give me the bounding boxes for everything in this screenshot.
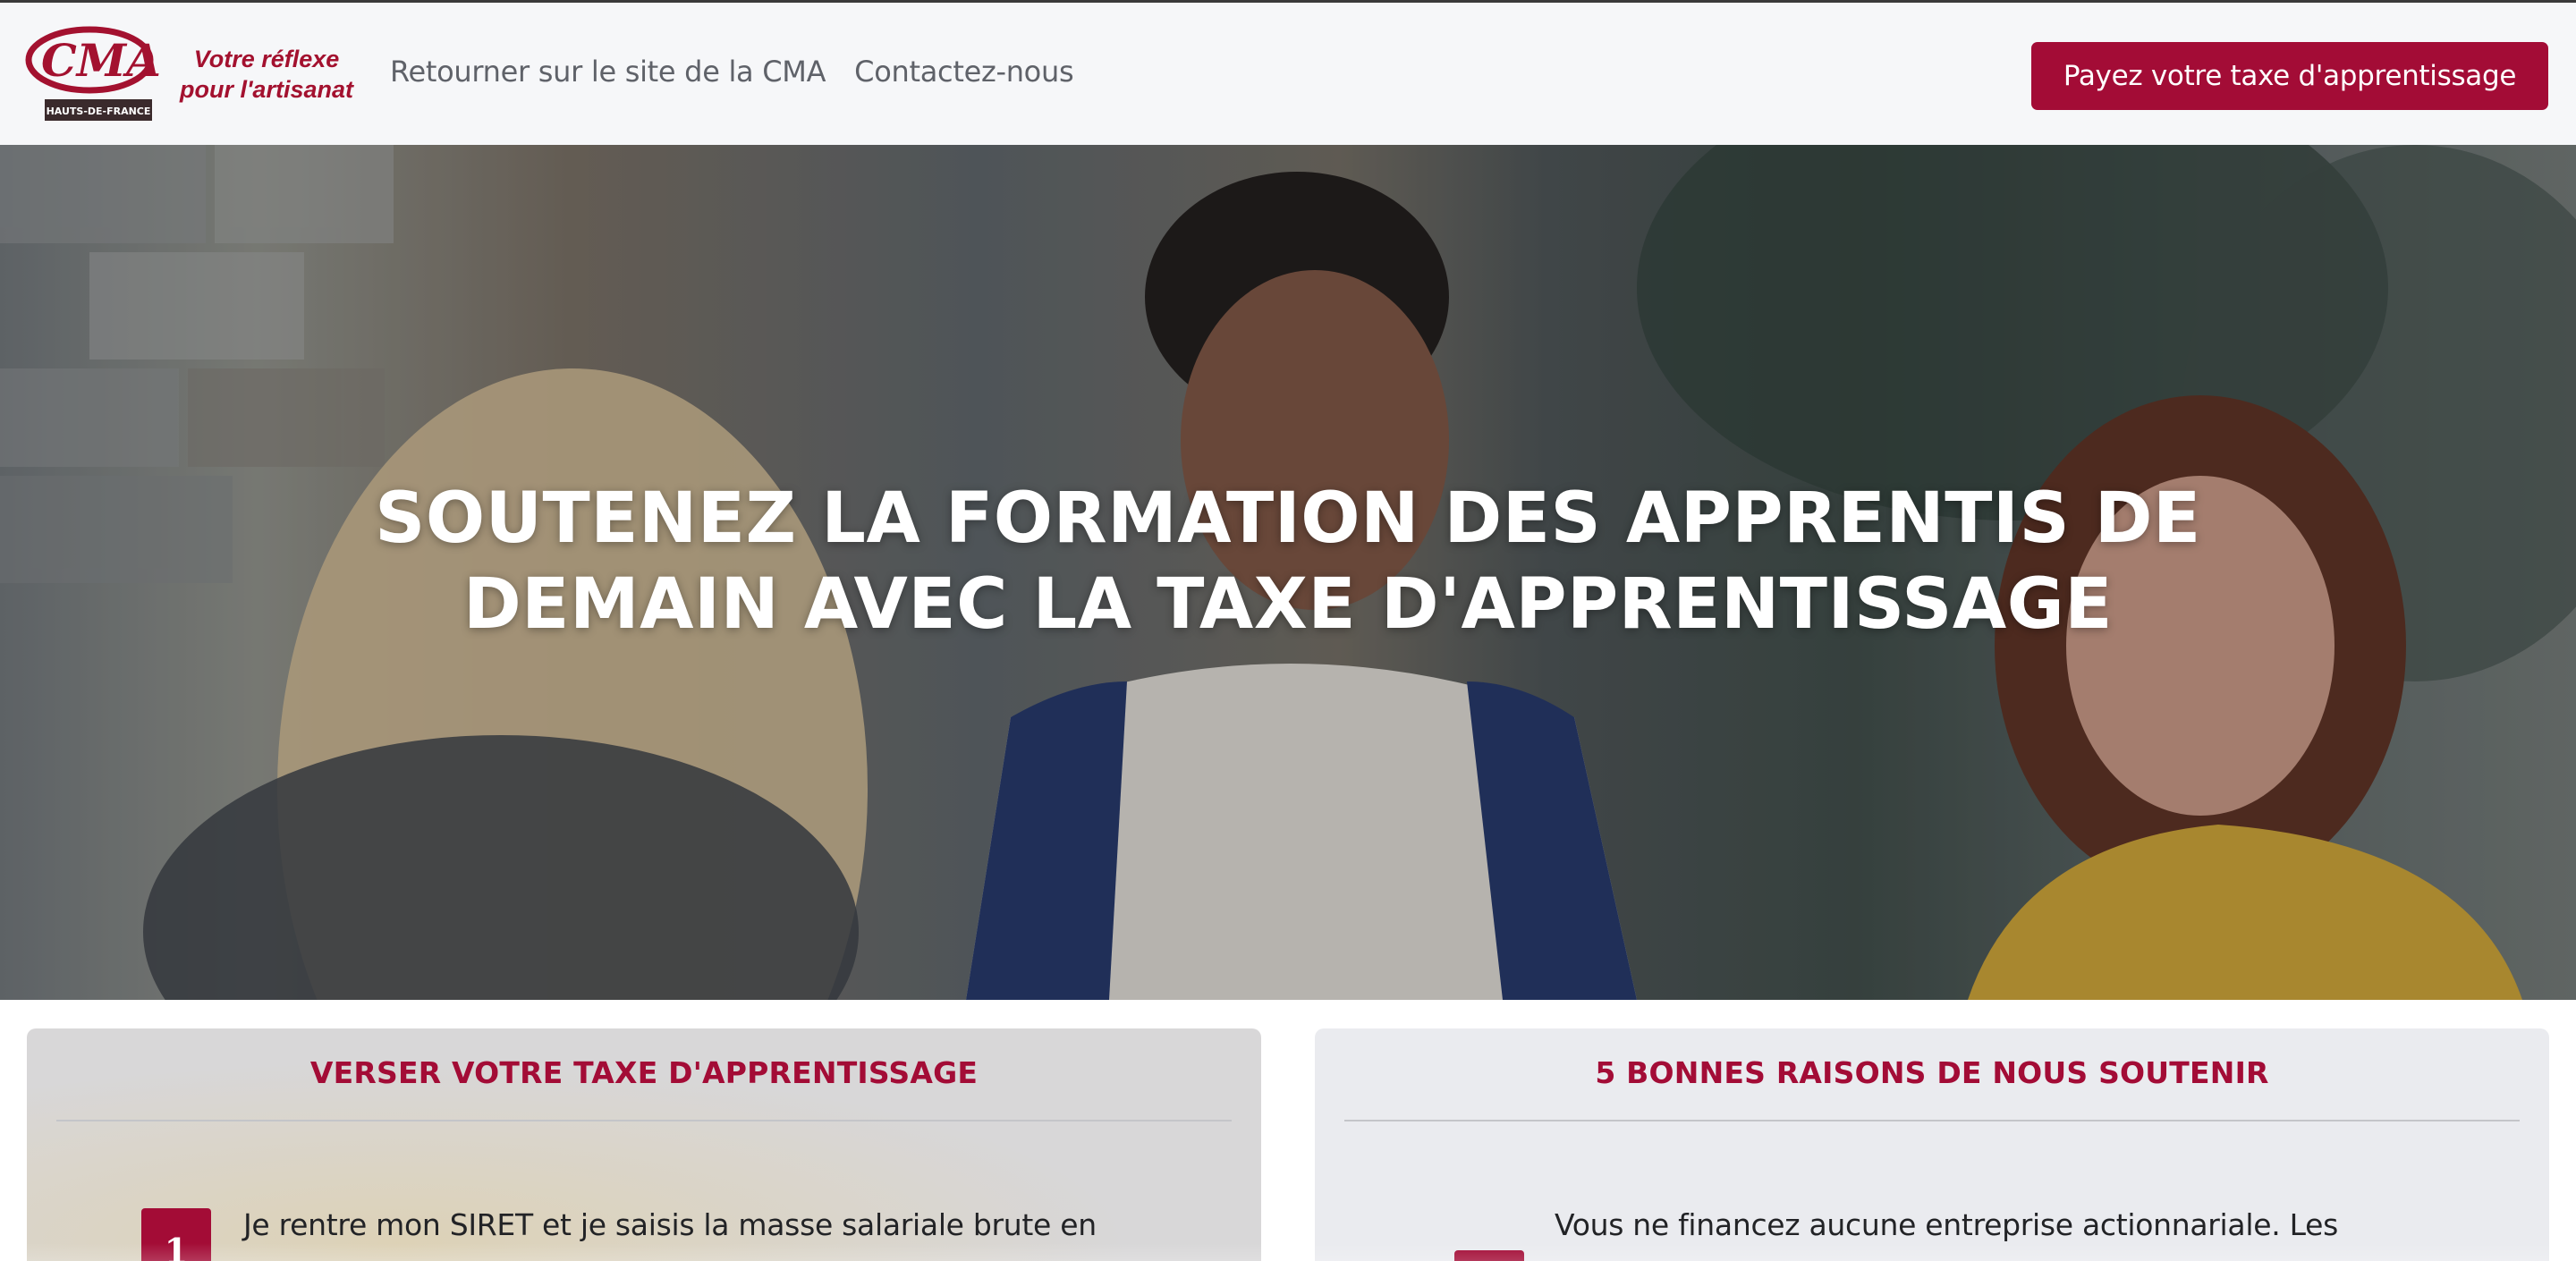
tagline: Votre réflexe pour l'artisanat: [177, 44, 356, 105]
pay-tax-button[interactable]: Payez votre taxe d'apprentissage: [2031, 42, 2548, 110]
hero-title: SOUTENEZ LA FORMATION DES APPRENTIS DE D…: [375, 478, 2201, 645]
tagline-line-2: pour l'artisanat: [180, 76, 353, 103]
site-header: CMA HAUTS-DE-FRANCE Votre réflexe pour l…: [0, 0, 2576, 145]
logo-letters: CMA: [41, 34, 161, 87]
card-title-pay-tax: VERSER VOTRE TAXE D'APPRENTISSAGE: [309, 1055, 979, 1090]
main-nav: Retourner sur le site de la CMA Contacte…: [390, 55, 1074, 89]
card-divider: [56, 1120, 1232, 1121]
logo-region: HAUTS-DE-FRANCE: [47, 106, 151, 117]
nav-link-cma-site[interactable]: Retourner sur le site de la CMA: [390, 55, 826, 89]
reason-text: Vous ne financez aucune entreprise actio…: [1555, 1207, 2339, 1242]
tagline-line-1: Votre réflexe: [193, 46, 340, 72]
scroll-fade: [1315, 1243, 2549, 1261]
cma-logo[interactable]: CMA HAUTS-DE-FRANCE: [25, 24, 168, 126]
scroll-fade: [27, 1243, 1261, 1261]
card-title-reasons: 5 BONNES RAISONS DE NOUS SOUTENIR: [1595, 1055, 2269, 1090]
nav-link-contact[interactable]: Contactez-nous: [854, 55, 1073, 89]
card-reasons: 5 BONNES RAISONS DE NOUS SOUTENIR Vous n…: [1315, 1028, 2549, 1261]
card-divider: [1344, 1120, 2520, 1121]
card-pay-tax: VERSER VOTRE TAXE D'APPRENTISSAGE 1 Je r…: [27, 1028, 1261, 1261]
step-text: Je rentre mon SIRET et je saisis la mass…: [243, 1207, 1097, 1242]
hero-banner: SOUTENEZ LA FORMATION DES APPRENTIS DE D…: [0, 145, 2576, 1000]
